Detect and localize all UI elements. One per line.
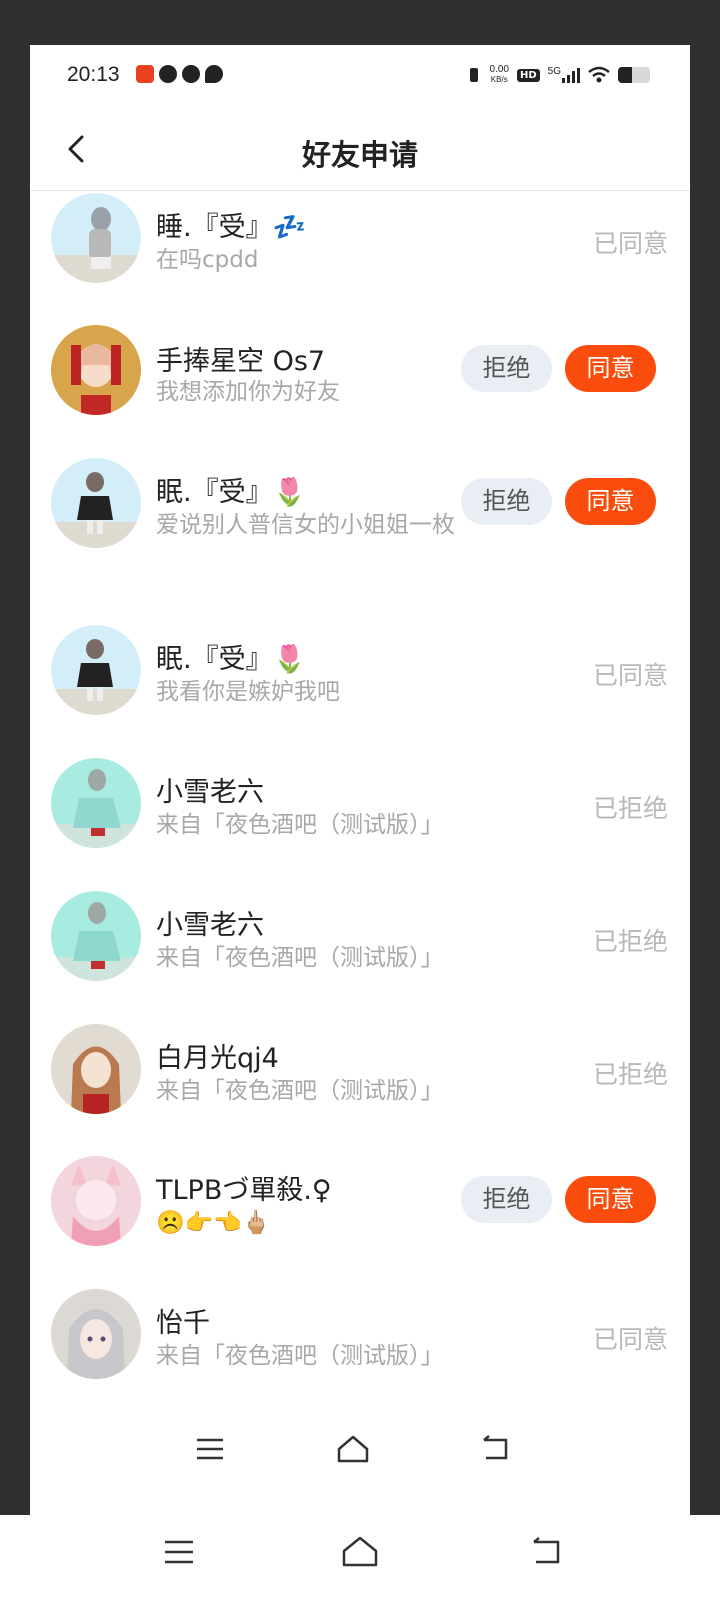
vibrate-icon: [466, 67, 482, 83]
request-status: 已拒绝: [592, 1060, 668, 1089]
avatar[interactable]: [51, 625, 141, 715]
notification-icons: [136, 65, 223, 83]
home-icon[interactable]: [335, 1433, 371, 1465]
request-message: 来自「夜色酒吧（测试版）」: [156, 945, 444, 971]
menu-icon[interactable]: [162, 1537, 196, 1567]
friend-request-row[interactable]: 白月光qj4 来自「夜色酒吧（测试版）」 已拒绝: [30, 1022, 690, 1118]
page-title: 好友申请: [301, 138, 418, 172]
friend-request-row[interactable]: 眠.『受』🌷 爱说别人普信女的小姐姐一枚 拒绝 同意: [30, 456, 690, 586]
net-speed: 0.00 KB/s: [489, 64, 509, 85]
fan-icon: [182, 65, 200, 83]
avatar[interactable]: [51, 325, 141, 415]
friend-request-row[interactable]: 小雪老六 来自「夜色酒吧（测试版）」 已拒绝: [30, 756, 690, 852]
message-icon: [205, 65, 223, 83]
reject-button[interactable]: 拒绝: [461, 1176, 552, 1223]
accept-button[interactable]: 同意: [565, 345, 656, 392]
request-message: 我看你是嫉妒我吧: [156, 679, 340, 705]
back-arrow-icon[interactable]: [530, 1537, 564, 1567]
requester-name: 小雪老六: [156, 777, 264, 808]
reject-button[interactable]: 拒绝: [461, 478, 552, 525]
friend-request-row[interactable]: 小雪老六 来自「夜色酒吧（测试版）」 已拒绝: [30, 889, 690, 985]
system-navigation-bar: [0, 1515, 720, 1600]
signal-icon: 5G: [548, 67, 580, 83]
requester-name: 睡.『受』💤: [156, 212, 307, 243]
avatar[interactable]: [51, 1156, 141, 1246]
request-status: 已同意: [592, 1325, 668, 1354]
friend-request-row[interactable]: 手捧星空 Os7 我想添加你为好友 拒绝 同意: [30, 323, 690, 419]
avatar[interactable]: [51, 1024, 141, 1114]
menu-icon[interactable]: [194, 1435, 226, 1463]
avatar[interactable]: [51, 891, 141, 981]
request-status: 已同意: [592, 229, 668, 258]
avatar[interactable]: [51, 1289, 141, 1379]
request-message: 来自「夜色酒吧（测试版）」: [156, 1343, 444, 1369]
friend-request-row[interactable]: 睡.『受』💤 在吗cpdd 已同意: [30, 191, 690, 287]
friend-request-row[interactable]: TLPBづ單殺.♀ ☹️👉👈🖕🏼 拒绝 同意: [30, 1154, 690, 1250]
accept-button[interactable]: 同意: [565, 1176, 656, 1223]
requester-name: 眠.『受』🌷: [156, 477, 307, 508]
hd-badge: HD: [516, 68, 540, 82]
requester-name: TLPBづ單殺.♀: [156, 1175, 332, 1206]
reject-button[interactable]: 拒绝: [461, 345, 552, 392]
battery-icon: [618, 67, 650, 83]
request-message: 来自「夜色酒吧（测试版）」: [156, 1078, 444, 1104]
request-message: 我想添加你为好友: [156, 379, 340, 405]
app-navigation-bar: [30, 1415, 690, 1515]
status-bar: 20:13 0.00 KB/s HD 5G: [30, 45, 690, 107]
requester-name: 白月光qj4: [156, 1043, 279, 1074]
friend-request-row[interactable]: 眠.『受』🌷 我看你是嫉妒我吧 已同意: [30, 623, 690, 719]
avatar[interactable]: [51, 458, 141, 548]
system-icons: 0.00 KB/s HD 5G: [466, 65, 650, 85]
avatar[interactable]: [51, 193, 141, 283]
requester-name: 小雪老六: [156, 910, 264, 941]
request-message: 在吗cpdd: [156, 247, 259, 273]
request-status: 已同意: [592, 661, 668, 690]
status-time: 20:13: [67, 63, 120, 86]
compass-icon: [159, 65, 177, 83]
request-message: ☹️👉👈🖕🏼: [156, 1210, 271, 1236]
requester-name: 怡千: [156, 1308, 210, 1339]
back-arrow-icon[interactable]: [480, 1435, 512, 1463]
requester-name: 眠.『受』🌷: [156, 644, 307, 675]
request-status: 已拒绝: [592, 927, 668, 956]
app-notification-icon: [136, 65, 154, 83]
avatar[interactable]: [51, 758, 141, 848]
app-screen: 20:13 0.00 KB/s HD 5G 好友申请 睡.『受』💤 在吗cpdd…: [30, 45, 690, 1515]
request-message: 来自「夜色酒吧（测试版）」: [156, 812, 444, 838]
request-status: 已拒绝: [592, 794, 668, 823]
home-icon[interactable]: [340, 1535, 380, 1569]
top-bar: 好友申请: [30, 107, 690, 191]
request-message: 爱说别人普信女的小姐姐一枚: [156, 512, 455, 538]
friend-request-row[interactable]: 怡千 来自「夜色酒吧（测试版）」 已同意: [30, 1287, 690, 1383]
accept-button[interactable]: 同意: [565, 478, 656, 525]
wifi-icon: [588, 66, 610, 83]
